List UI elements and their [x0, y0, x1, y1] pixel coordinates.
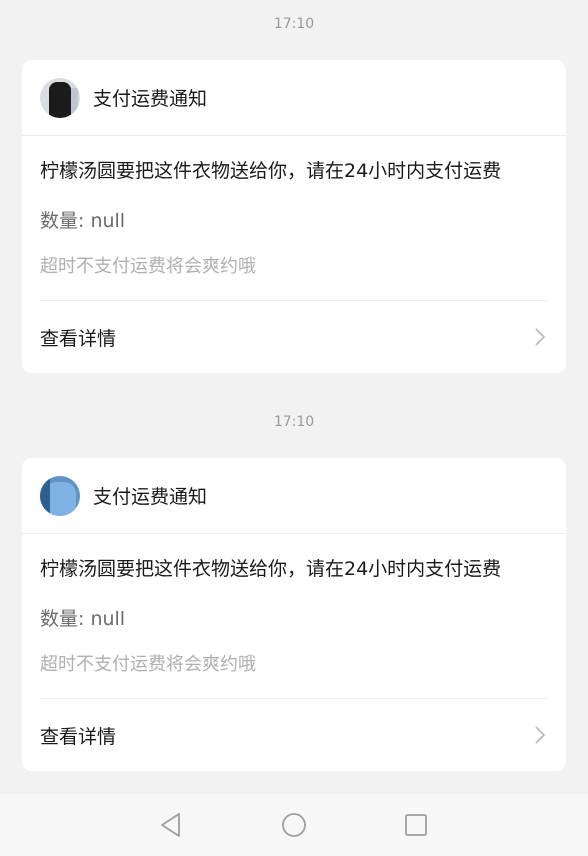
card-body: 柠檬汤圆要把这件衣物送给你，请在24小时内支付运费 数量: null 超时不支付… [22, 136, 566, 373]
triangle-back-icon [161, 813, 180, 837]
system-navigation-bar [0, 794, 588, 856]
recent-apps-button[interactable] [403, 812, 429, 838]
message-timestamp: 17:10 [273, 414, 315, 430]
avatar[interactable] [40, 475, 80, 516]
circle-home-icon [282, 813, 306, 837]
chevron-right-icon [535, 328, 546, 346]
view-details-label: 查看详情 [40, 327, 117, 350]
back-button[interactable] [158, 812, 184, 838]
message-feed: 17:10 支付运费通知 柠檬汤圆要把这件衣物送给你，请在24小时内支付运费 数… [0, 0, 588, 787]
card-header: 支付运费通知 [22, 458, 566, 534]
quantity-text: 数量: null [40, 608, 126, 630]
card-body: 柠檬汤圆要把这件衣物送给你，请在24小时内支付运费 数量: null 超时不支付… [22, 534, 566, 771]
quantity-text: 数量: null [40, 210, 126, 232]
square-recent-icon [405, 814, 427, 836]
card-title: 支付运费通知 [93, 88, 208, 110]
notification-text: 柠檬汤圆要把这件衣物送给你，请在24小时内支付运费 [40, 558, 502, 580]
timeout-hint: 超时不支付运费将会爽约哦 [40, 256, 256, 277]
chevron-right-icon [535, 726, 546, 744]
card-header: 支付运费通知 [22, 60, 566, 136]
notification-card[interactable]: 支付运费通知 柠檬汤圆要把这件衣物送给你，请在24小时内支付运费 数量: nul… [22, 60, 566, 373]
message-timestamp: 17:10 [273, 16, 315, 32]
message-item: 17:10 支付运费通知 柠檬汤圆要把这件衣物送给你，请在24小时内支付运费 数… [0, 400, 588, 771]
timeout-hint: 超时不支付运费将会爽约哦 [40, 654, 256, 675]
notification-card[interactable]: 支付运费通知 柠檬汤圆要把这件衣物送给你，请在24小时内支付运费 数量: nul… [22, 458, 566, 771]
home-button[interactable] [281, 812, 307, 838]
message-item: 17:10 支付运费通知 柠檬汤圆要把这件衣物送给你，请在24小时内支付运费 数… [0, 2, 588, 373]
view-details-row[interactable]: 查看详情 [40, 301, 548, 373]
view-details-label: 查看详情 [40, 725, 117, 748]
card-title: 支付运费通知 [93, 486, 208, 508]
notification-text: 柠檬汤圆要把这件衣物送给你，请在24小时内支付运费 [40, 160, 502, 182]
view-details-row[interactable]: 查看详情 [40, 699, 548, 771]
avatar[interactable] [40, 77, 80, 118]
